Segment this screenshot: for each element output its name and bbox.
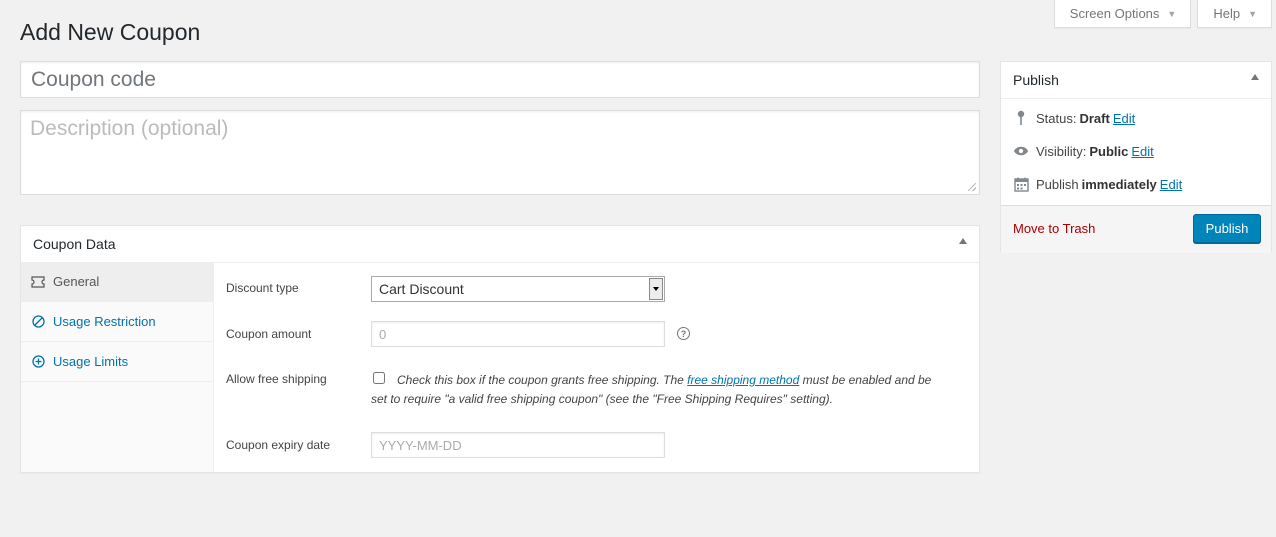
help-tip-icon[interactable]: ? (677, 327, 690, 340)
free-shipping-description: Check this box if the coupon grants free… (397, 369, 977, 392)
help-label: Help (1213, 6, 1241, 21)
screen-options-button[interactable]: Screen Options ▼ (1053, 0, 1192, 28)
tab-general[interactable]: General (21, 262, 213, 302)
visibility-row: Visibility: Public Edit (1013, 143, 1154, 159)
publish-box: Publish Status: Draft Edit Visibility: P… (1000, 61, 1272, 253)
ticket-icon (31, 275, 45, 289)
edit-status-link[interactable]: Edit (1113, 111, 1135, 126)
expiry-date-label: Coupon expiry date (226, 438, 331, 452)
caret-down-icon: ▼ (1248, 8, 1257, 19)
screen-options-label: Screen Options (1069, 6, 1160, 21)
status-value: Draft (1079, 110, 1110, 126)
eye-icon (1013, 143, 1029, 159)
edit-publish-time-link[interactable]: Edit (1160, 177, 1182, 192)
publish-actions: Move to Trash Publish (1001, 205, 1271, 253)
chevron-down-icon[interactable] (649, 278, 663, 300)
pin-icon (1013, 110, 1029, 126)
publish-header[interactable]: Publish (1001, 62, 1271, 99)
publish-time-row: Publish immediately Edit (1013, 176, 1182, 192)
coupon-amount-input[interactable] (371, 321, 665, 347)
move-to-trash-link[interactable]: Move to Trash (1013, 221, 1095, 236)
calendar-icon (1013, 176, 1029, 192)
coupon-code-input[interactable] (20, 61, 980, 98)
free-shipping-checkbox[interactable] (373, 372, 385, 384)
free-shipping-label: Allow free shipping (226, 372, 327, 386)
status-label: Status: (1036, 110, 1077, 126)
visibility-label: Visibility: (1036, 143, 1087, 159)
tab-label: Usage Limits (53, 354, 129, 369)
tab-label: Usage Restriction (53, 314, 156, 329)
publish-title: Publish (1013, 72, 1059, 88)
desc-text-before: Check this box if the coupon grants free… (397, 373, 688, 387)
tab-usage-limits[interactable]: Usage Limits (21, 342, 213, 382)
resize-grip-icon[interactable] (968, 183, 976, 191)
coupon-amount-label: Coupon amount (226, 327, 312, 341)
tab-usage-restriction[interactable]: Usage Restriction (21, 302, 213, 342)
coupon-data-tabs: General Usage Restriction Usage Limits (21, 262, 214, 472)
free-shipping-description-line2: set to require "a valid free shipping co… (371, 392, 833, 406)
status-row: Status: Draft Edit (1013, 110, 1135, 126)
no-entry-icon (31, 315, 45, 329)
collapse-toggle-icon[interactable] (959, 238, 967, 244)
discount-type-value: Cart Discount (379, 281, 464, 297)
collapse-toggle-icon[interactable] (1251, 74, 1259, 80)
description-textarea[interactable] (20, 110, 980, 195)
discount-type-select[interactable]: Cart Discount (371, 276, 665, 302)
coupon-data-box: Coupon Data General Usage Restriction Us… (20, 225, 980, 473)
publish-button[interactable]: Publish (1193, 214, 1261, 243)
tab-label: General (53, 274, 100, 289)
publish-time-label: Publish (1036, 176, 1079, 192)
general-panel: Discount type Cart Discount Coupon amoun… (214, 262, 979, 472)
desc-text-after: must be enabled and be (799, 373, 932, 387)
visibility-value: Public (1089, 143, 1129, 159)
coupon-data-title: Coupon Data (33, 236, 116, 252)
screen-meta-links: Screen Options ▼ Help ▼ (1053, 0, 1272, 28)
publish-time-value: immediately (1081, 176, 1157, 192)
expiry-date-input[interactable] (371, 432, 665, 458)
coupon-data-header[interactable]: Coupon Data (21, 226, 979, 263)
help-button[interactable]: Help ▼ (1197, 0, 1272, 28)
free-shipping-method-link[interactable]: free shipping method (687, 373, 799, 387)
caret-down-icon: ▼ (1167, 8, 1177, 19)
page-title: Add New Coupon (20, 19, 201, 45)
plus-circle-icon (31, 355, 45, 369)
edit-visibility-link[interactable]: Edit (1131, 144, 1153, 159)
discount-type-label: Discount type (226, 281, 299, 295)
